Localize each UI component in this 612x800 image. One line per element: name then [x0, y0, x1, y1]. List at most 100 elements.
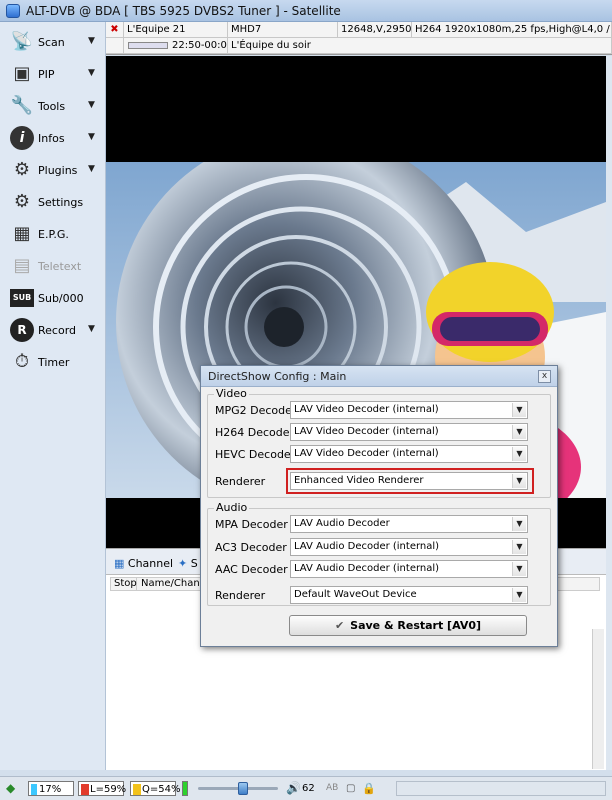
- channel-info-row: ✖ L'Equipe 21 MHD7 12648,V,29500 H264 19…: [106, 22, 612, 38]
- record-icon: R: [10, 318, 34, 342]
- mpa-decoder-select[interactable]: LAV Audio Decoder ▼: [290, 515, 528, 533]
- chevron-down-icon[interactable]: ▼: [512, 425, 526, 439]
- program-title: L'Équipe du soir: [228, 38, 612, 54]
- tab-channel[interactable]: ▦ Channel: [114, 557, 173, 570]
- h264-decoder-label: H264 Decoder: [215, 426, 295, 439]
- dropdown-arrow-icon[interactable]: ▼: [88, 164, 95, 174]
- level-value: L=59%: [90, 784, 127, 795]
- video-info: H264 1920x1080m,25 fps,High@L4,0 / E: [412, 22, 612, 38]
- sidebar-item-settings[interactable]: ⚙ Settings: [6, 188, 102, 216]
- lock-icon[interactable]: 🔒: [362, 781, 376, 796]
- window-title: ALT-DVB @ BDA [ TBS 5925 DVBS2 Tuner ] -…: [26, 4, 341, 18]
- progress-bar: [128, 42, 168, 49]
- video-group: Video MPG2 Decoder LAV Video Decoder (in…: [207, 387, 552, 498]
- sidebar-item-label: E.P.G.: [38, 228, 69, 241]
- sidebar-item-teletext[interactable]: ▤ Teletext: [6, 252, 102, 280]
- audio-ab-label[interactable]: AB: [326, 781, 342, 796]
- save-restart-label: Save & Restart [AV0]: [350, 619, 482, 632]
- gear-icon: ⚙: [13, 191, 31, 212]
- volume-slider[interactable]: [198, 781, 278, 796]
- program-info-row: 22:50-00:00 L'Équipe du soir: [106, 38, 612, 54]
- chevron-down-icon[interactable]: ▼: [512, 403, 526, 417]
- volume-value: 62: [302, 783, 315, 794]
- video-renderer-row: Renderer Enhanced Video Renderer ▼: [208, 471, 552, 491]
- sidebar-item-pip[interactable]: ▣ PIP ▼: [6, 60, 102, 88]
- dropdown-arrow-icon[interactable]: ▼: [88, 36, 95, 46]
- tab-satellite[interactable]: ✦ S: [178, 557, 198, 570]
- aac-decoder-select[interactable]: LAV Audio Decoder (internal) ▼: [290, 560, 528, 578]
- dialog-title: DirectShow Config : Main: [208, 370, 347, 383]
- hevc-decoder-label: HEVC Decoder: [215, 448, 296, 461]
- speaker-icon[interactable]: 🔊: [286, 781, 301, 796]
- aac-decoder-value: LAV Audio Decoder (internal): [294, 563, 440, 574]
- chevron-down-icon[interactable]: ▼: [512, 562, 526, 576]
- subtitle-icon[interactable]: ▢: [346, 781, 360, 796]
- channel-name: L'Equipe 21: [124, 22, 228, 38]
- sidebar-item-plugins[interactable]: ⚙ Plugins ▼: [6, 156, 102, 184]
- tab-satellite-label: S: [190, 557, 198, 570]
- save-restart-button[interactable]: ✔ Save & Restart [AV0]: [289, 615, 527, 636]
- column-header-name[interactable]: Name/Channe: [138, 578, 212, 590]
- h264-decoder-select[interactable]: LAV Video Decoder (internal) ▼: [290, 423, 528, 441]
- mpg2-decoder-select[interactable]: LAV Video Decoder (internal) ▼: [290, 401, 528, 419]
- status-message-panel: [396, 781, 606, 796]
- ac3-decoder-row: AC3 Decoder LAV Audio Decoder (internal)…: [208, 537, 552, 557]
- program-time: 22:50-00:00: [172, 40, 228, 51]
- checkmark-icon: ✔: [334, 619, 345, 632]
- title-bar[interactable]: ALT-DVB @ BDA [ TBS 5925 DVBS2 Tuner ] -…: [0, 0, 612, 22]
- tab-channel-label: Channel: [127, 557, 174, 570]
- satellite-dish-icon: 📡: [10, 31, 34, 52]
- sidebar-item-label: Infos: [38, 132, 65, 145]
- dropdown-arrow-icon[interactable]: ▼: [88, 132, 95, 142]
- sidebar-item-record[interactable]: R Record ▼: [6, 316, 102, 344]
- level-meter: L=59%: [78, 781, 127, 796]
- close-icon[interactable]: ✖: [106, 22, 124, 38]
- chevron-down-icon[interactable]: ▼: [512, 517, 526, 531]
- sidebar-item-scan[interactable]: 📡 Scan ▼: [6, 28, 102, 56]
- audio-group: Audio MPA Decoder LAV Audio Decoder ▼ AC3…: [207, 501, 552, 606]
- dropdown-arrow-icon[interactable]: ▼: [88, 324, 95, 334]
- audio-renderer-value: Default WaveOut Device: [294, 589, 417, 600]
- sidebar-item-label: Timer: [38, 356, 70, 369]
- column-header-stop[interactable]: Stop: [111, 578, 137, 590]
- chevron-down-icon[interactable]: ▼: [512, 447, 526, 461]
- chevron-down-icon[interactable]: ▼: [512, 540, 526, 554]
- level-fill: [81, 783, 89, 795]
- h264-decoder-value: LAV Video Decoder (internal): [294, 426, 439, 437]
- sidebar-item-subtitles[interactable]: SUB Sub/000: [6, 284, 102, 312]
- vertical-scrollbar[interactable]: [592, 629, 604, 769]
- chevron-down-icon[interactable]: ▼: [512, 474, 526, 488]
- sidebar-item-epg[interactable]: ▦ E.P.G.: [6, 220, 102, 248]
- sidebar-item-timer[interactable]: ⏱ Timer: [6, 348, 102, 376]
- dropdown-arrow-icon[interactable]: ▼: [88, 68, 95, 78]
- mpg2-decoder-label: MPG2 Decoder: [215, 404, 297, 417]
- dialog-title-bar[interactable]: DirectShow Config : Main x: [201, 366, 557, 387]
- provider-name: MHD7: [228, 22, 338, 38]
- audio-renderer-select[interactable]: Default WaveOut Device ▼: [290, 586, 528, 604]
- epg-grid-icon: ▦: [13, 223, 31, 244]
- app-icon[interactable]: [6, 4, 20, 18]
- ac3-decoder-select[interactable]: LAV Audio Decoder (internal) ▼: [290, 538, 528, 556]
- app-window: ALT-DVB @ BDA [ TBS 5925 DVBS2 Tuner ] -…: [0, 0, 612, 800]
- right-edge-panel: [606, 56, 612, 770]
- mpa-decoder-row: MPA Decoder LAV Audio Decoder ▼: [208, 514, 552, 534]
- dialog-close-button[interactable]: x: [538, 370, 551, 383]
- volume-thumb[interactable]: [238, 782, 248, 795]
- signal-fill: [31, 783, 37, 795]
- transponder-info: 12648,V,29500: [338, 22, 412, 38]
- hevc-decoder-select[interactable]: LAV Video Decoder (internal) ▼: [290, 445, 528, 463]
- signal-layers-icon: ◆: [6, 781, 16, 795]
- video-renderer-select[interactable]: Enhanced Video Renderer ▼: [290, 472, 528, 490]
- sidebar-item-label: Teletext: [38, 260, 82, 273]
- aac-decoder-label: AAC Decoder: [215, 563, 288, 576]
- sidebar-item-label: Sub/000: [38, 292, 84, 305]
- sidebar-item-infos[interactable]: i Infos ▼: [6, 124, 102, 152]
- sidebar-item-tools[interactable]: 🔧 Tools ▼: [6, 92, 102, 120]
- quality-meter: Q=54%: [130, 781, 180, 796]
- sidebar-item-label: Plugins: [38, 164, 78, 177]
- chevron-down-icon[interactable]: ▼: [512, 588, 526, 602]
- sidebar-item-label: Record: [38, 324, 77, 337]
- video-renderer-label: Renderer: [215, 475, 266, 488]
- mpg2-decoder-row: MPG2 Decoder LAV Video Decoder (internal…: [208, 400, 552, 420]
- dropdown-arrow-icon[interactable]: ▼: [88, 100, 95, 110]
